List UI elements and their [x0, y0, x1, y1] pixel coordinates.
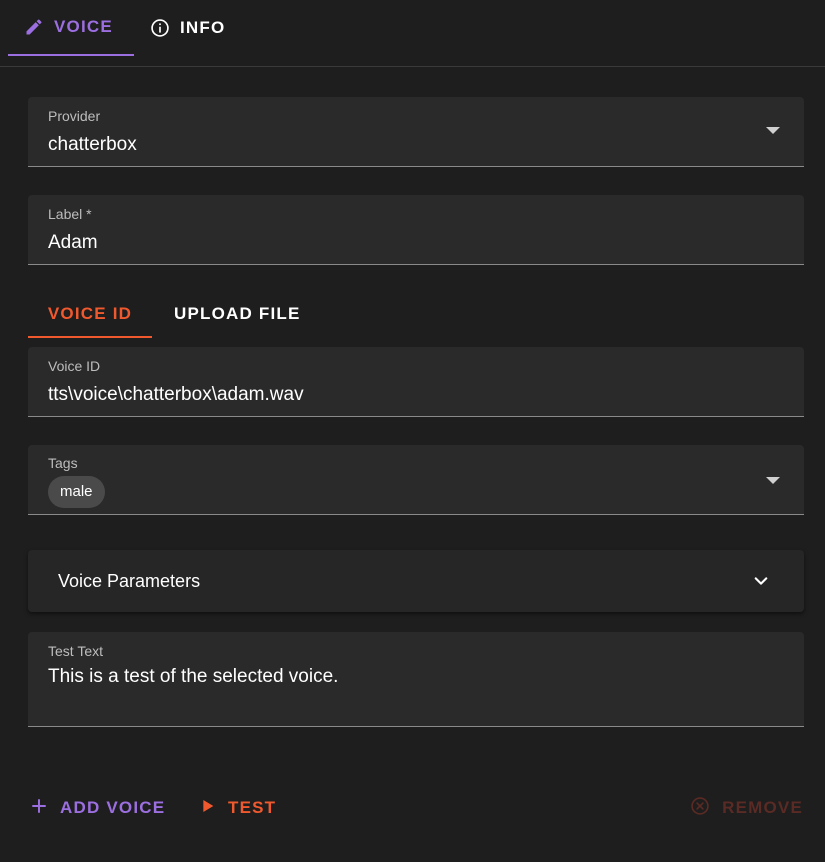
play-icon [200, 798, 216, 819]
tags-select[interactable]: Tags male [28, 445, 804, 515]
tags-label: Tags [48, 455, 78, 471]
top-tab-bar: VOICE INFO [0, 0, 825, 67]
test-text-label: Test Text [48, 643, 103, 659]
test-button[interactable]: TEST [200, 790, 276, 826]
voice-id-input[interactable]: Voice ID tts\voice\chatterbox\adam.wav [28, 347, 804, 417]
tab-voice[interactable]: VOICE [8, 0, 134, 56]
plus-icon [30, 797, 48, 820]
remove-button[interactable]: REMOVE [690, 790, 803, 826]
info-icon [150, 18, 170, 38]
provider-label: Provider [48, 108, 101, 124]
chevron-down-icon [752, 572, 770, 595]
test-label: TEST [228, 798, 277, 817]
add-voice-label: ADD VOICE [60, 798, 166, 817]
tab-voice-id[interactable]: VOICE ID [28, 292, 152, 338]
voice-id-value: tts\voice\chatterbox\adam.wav [48, 384, 304, 405]
voice-id-label: Voice ID [48, 358, 101, 374]
test-text-value: This is a test of the selected voice. [48, 666, 339, 687]
voice-parameters-title: Voice Parameters [58, 571, 201, 591]
remove-label: REMOVE [722, 798, 803, 817]
label-field-value: Adam [48, 232, 98, 253]
label-input[interactable]: Label * Adam [28, 195, 804, 265]
tab-info-label: INFO [180, 18, 226, 37]
voice-source-tabs: VOICE ID UPLOAD FILE [28, 292, 804, 338]
label-field-label: Label * [48, 206, 92, 222]
pencil-icon [24, 17, 44, 37]
tab-info[interactable]: INFO [150, 0, 225, 56]
test-text-input[interactable]: Test Text This is a test of the selected… [28, 632, 804, 727]
voice-parameters-accordion[interactable]: Voice Parameters [28, 550, 804, 612]
caret-down-icon [766, 477, 780, 484]
remove-circle-icon [690, 796, 710, 821]
add-voice-button[interactable]: ADD VOICE [30, 790, 165, 826]
tab-voice-label: VOICE [54, 17, 113, 36]
provider-select[interactable]: Provider chatterbox [28, 97, 804, 167]
caret-down-icon [766, 127, 780, 134]
tag-chip-male[interactable]: male [48, 476, 105, 508]
provider-value: chatterbox [48, 134, 137, 155]
tab-upload-file[interactable]: UPLOAD FILE [174, 292, 301, 336]
